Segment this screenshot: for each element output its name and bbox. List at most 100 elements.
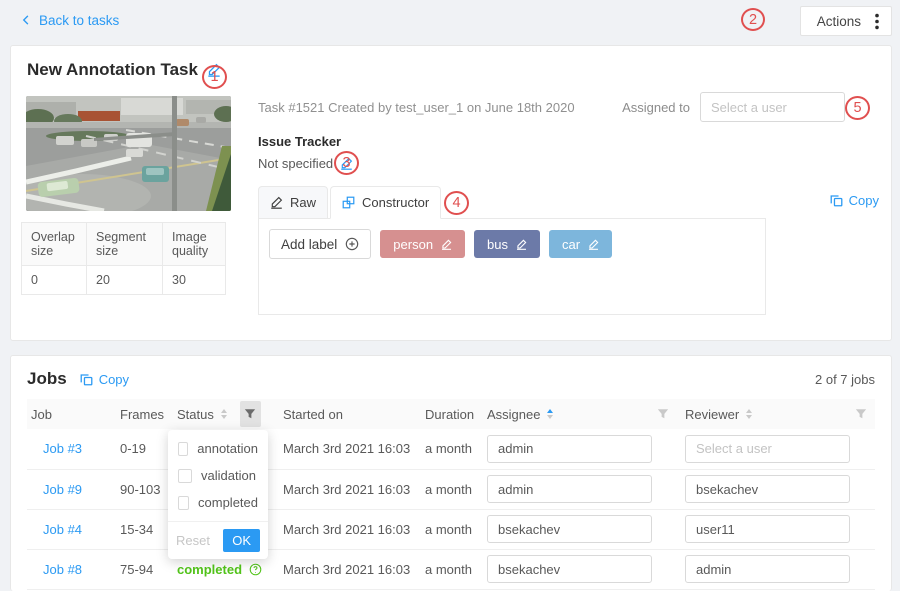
callout-2: 2	[741, 8, 765, 31]
label-chip-car[interactable]: car	[549, 230, 612, 258]
job-started: March 3rd 2021 16:03	[283, 522, 410, 537]
job-row-3: Job #3 0-19 March 3rd 2021 16:03 a month	[27, 429, 875, 469]
street-scene-thumbnail	[26, 96, 231, 211]
job-duration: a month	[425, 522, 472, 537]
filter-reset-button[interactable]: Reset	[176, 533, 210, 548]
job-row-4: Job #4 15-34 March 3rd 2021 16:03 a mont…	[27, 509, 875, 549]
kebab-menu-icon	[875, 13, 879, 30]
add-label-text: Add label	[281, 237, 337, 252]
add-label-button[interactable]: Add label	[269, 229, 371, 259]
checkbox-completed[interactable]	[178, 496, 189, 510]
param-header-segment: Segment size	[87, 223, 163, 266]
task-parameters-table: Overlap size Segment size Image quality …	[21, 222, 226, 295]
job-status: completed	[177, 562, 242, 577]
assignee-input[interactable]	[487, 475, 652, 503]
reviewer-input[interactable]	[685, 555, 850, 583]
col-status[interactable]: Status	[177, 407, 214, 422]
assignee-input[interactable]	[487, 435, 652, 463]
col-assignee[interactable]: Assignee	[487, 407, 540, 422]
issue-tracker-label: Issue Tracker	[258, 134, 879, 149]
actions-button[interactable]: Actions	[800, 6, 892, 36]
param-value-quality: 30	[163, 266, 226, 295]
checkbox-validation[interactable]	[178, 469, 192, 483]
col-duration: Duration	[425, 407, 474, 422]
status-filter-button[interactable]	[240, 401, 261, 427]
filter-option-validation-label: validation	[201, 468, 256, 483]
labels-tab-strip: Raw Constructor	[258, 186, 766, 219]
filter-ok-button[interactable]: OK	[223, 529, 260, 552]
reviewer-input[interactable]	[685, 515, 850, 543]
job-row-8: Job #8 75-94 completed March 3rd 2021 16…	[27, 549, 875, 589]
back-to-tasks-link[interactable]: Back to tasks	[20, 13, 119, 28]
param-header-overlap: Overlap size	[22, 223, 87, 266]
filter-option-validation[interactable]: validation	[168, 462, 268, 489]
jobs-count: 2 of 7 jobs	[815, 372, 875, 387]
reviewer-sort-icon[interactable]	[746, 409, 752, 419]
assignee-input[interactable]	[487, 515, 652, 543]
filter-option-annotation[interactable]: annotation	[168, 435, 268, 462]
col-job: Job	[31, 407, 52, 422]
job-frames: 15-34	[120, 522, 153, 537]
assignee-input[interactable]	[487, 555, 652, 583]
job-link[interactable]: Job #9	[43, 482, 82, 497]
label-chip-person[interactable]: person	[380, 230, 465, 258]
col-frames: Frames	[120, 407, 164, 422]
job-duration: a month	[425, 441, 472, 456]
top-bar: Back to tasks Actions	[0, 0, 900, 40]
jobs-table-header-row: Job Frames Status Started on Duration	[27, 399, 875, 429]
job-started: March 3rd 2021 16:03	[283, 562, 410, 577]
job-row-9: Job #9 90-103 March 3rd 2021 16:03 a mon…	[27, 469, 875, 509]
label-constructor-area: Add label person bus	[258, 219, 766, 315]
filter-option-completed-label: completed	[198, 495, 258, 510]
callout-5: 5	[845, 96, 870, 120]
task-title: New Annotation Task	[27, 60, 198, 80]
job-link[interactable]: Job #8	[43, 562, 82, 577]
assignee-filter-button[interactable]	[657, 408, 669, 420]
copy-jobs-link[interactable]: Copy	[80, 372, 129, 387]
assigned-to-label: Assigned to	[622, 100, 690, 115]
label-person-name: person	[393, 237, 433, 252]
col-started: Started on	[283, 407, 343, 422]
copy-labels-link[interactable]: Copy	[830, 193, 879, 208]
chevron-left-icon	[20, 14, 32, 26]
assignee-sort-icon[interactable]	[547, 409, 553, 419]
edit-label-person-icon[interactable]	[441, 239, 452, 250]
tab-constructor-label: Constructor	[362, 195, 429, 210]
job-duration: a month	[425, 562, 472, 577]
funnel-icon	[244, 408, 256, 420]
edit-label-car-icon[interactable]	[588, 239, 599, 250]
back-to-tasks-label: Back to tasks	[39, 13, 119, 28]
job-started: March 3rd 2021 16:03	[283, 441, 410, 456]
copy-labels-label: Copy	[849, 193, 879, 208]
reviewer-filter-button[interactable]	[855, 408, 867, 420]
tab-raw[interactable]: Raw	[258, 186, 328, 219]
filter-option-annotation-label: annotation	[197, 441, 258, 456]
jobs-table: Job Frames Status Started on Duration	[27, 399, 875, 590]
label-chip-bus[interactable]: bus	[474, 230, 540, 258]
job-link[interactable]: Job #4	[43, 522, 82, 537]
status-filter-dropdown: annotation validation completed Reset OK	[168, 430, 268, 559]
pencil-icon	[270, 196, 283, 209]
job-link[interactable]: Job #3	[43, 441, 82, 456]
param-value-segment: 20	[87, 266, 163, 295]
copy-icon	[830, 194, 843, 207]
reviewer-input[interactable]	[685, 475, 850, 503]
label-bus-name: bus	[487, 237, 508, 252]
job-frames: 75-94	[120, 562, 153, 577]
job-frames: 90-103	[120, 482, 160, 497]
callout-1: 1	[202, 65, 227, 89]
checkbox-annotation[interactable]	[178, 442, 188, 456]
filter-option-completed[interactable]: completed	[168, 489, 268, 516]
tab-raw-label: Raw	[290, 195, 316, 210]
callout-3: 3	[334, 151, 359, 175]
question-circle-icon[interactable]	[249, 563, 262, 576]
edit-label-bus-icon[interactable]	[516, 239, 527, 250]
tab-constructor[interactable]: Constructor	[330, 186, 441, 219]
callout-4: 4	[444, 191, 469, 215]
status-sort-icon[interactable]	[221, 409, 227, 419]
col-reviewer[interactable]: Reviewer	[685, 407, 739, 422]
reviewer-input[interactable]	[685, 435, 850, 463]
copy-jobs-label: Copy	[99, 372, 129, 387]
plus-circle-icon	[345, 237, 359, 251]
assigned-to-input[interactable]	[700, 92, 845, 122]
